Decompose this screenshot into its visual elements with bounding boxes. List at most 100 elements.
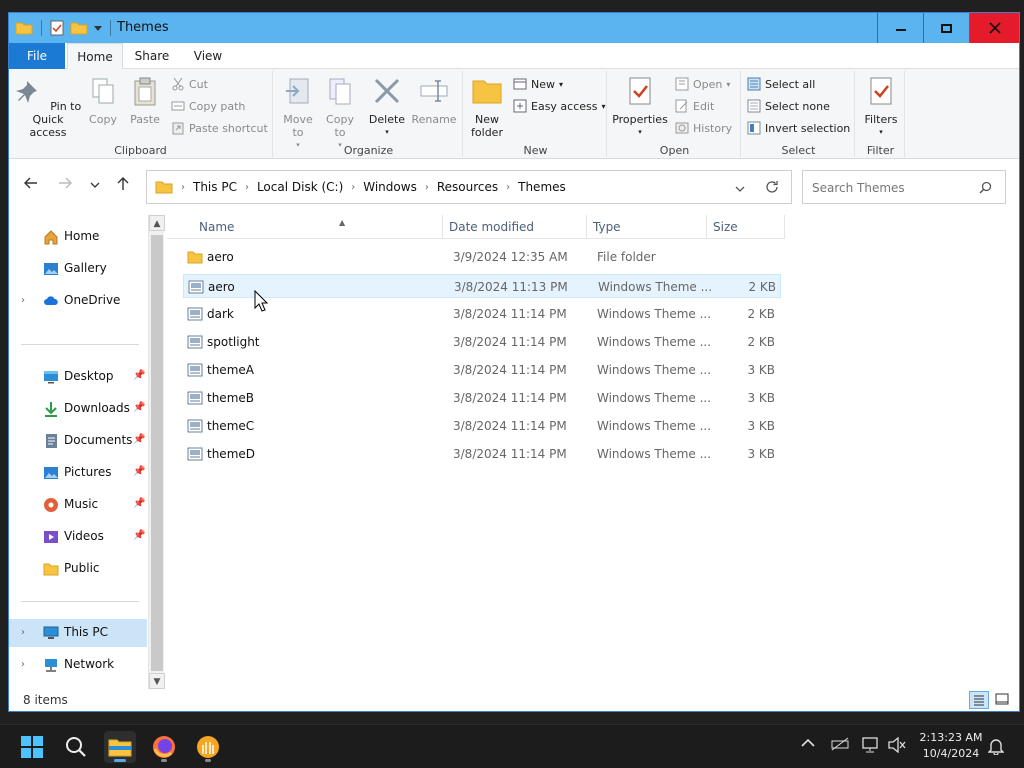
theme-file-icon bbox=[187, 335, 203, 349]
details-view-button[interactable] bbox=[969, 691, 989, 709]
crumb-local-disk[interactable]: Local Disk (C:) bbox=[257, 180, 343, 194]
firefox-taskbar-button[interactable] bbox=[148, 731, 180, 763]
copy-to-button[interactable]: Copy to ▾ bbox=[321, 75, 359, 152]
chevron-right-icon[interactable]: › bbox=[351, 182, 355, 193]
new-folder-icon[interactable] bbox=[70, 21, 88, 35]
pin-icon[interactable]: 📌 bbox=[133, 402, 145, 413]
crumb-this-pc[interactable]: This PC bbox=[193, 180, 237, 194]
column-name[interactable]: Name ▲ bbox=[193, 215, 443, 239]
address-dropdown-button[interactable] bbox=[735, 182, 745, 196]
new-item-button[interactable]: New ▾ bbox=[513, 77, 563, 91]
title-bar[interactable]: Themes bbox=[9, 13, 1019, 43]
maximize-button[interactable] bbox=[923, 13, 969, 43]
nav-item-downloads[interactable]: Downloads 📌 bbox=[9, 395, 147, 423]
properties-icon[interactable] bbox=[50, 20, 64, 36]
chevron-right-icon[interactable]: › bbox=[425, 182, 429, 193]
filters-button[interactable]: Filters ▾ bbox=[859, 75, 903, 139]
nav-item-gallery[interactable]: Gallery bbox=[9, 255, 147, 283]
clock[interactable]: 2:13:23 AM 10/4/2024 bbox=[914, 730, 988, 762]
pin-icon[interactable]: 📌 bbox=[133, 434, 145, 445]
pin-icon[interactable]: 📌 bbox=[133, 530, 145, 541]
easy-access-button[interactable]: Easy access ▾ bbox=[513, 99, 606, 113]
crumb-windows[interactable]: Windows bbox=[363, 180, 417, 194]
file-row[interactable]: aero 3/9/2024 12:35 AM File folder bbox=[183, 245, 781, 269]
open-button[interactable]: Open ▾ bbox=[675, 77, 730, 91]
chevron-right-icon[interactable]: › bbox=[245, 182, 249, 193]
nav-item-pictures[interactable]: Pictures 📌 bbox=[9, 459, 147, 487]
pin-icon[interactable]: 📌 bbox=[133, 498, 145, 509]
nav-item-documents[interactable]: Documents 📌 bbox=[9, 427, 147, 455]
paste-button[interactable]: Paste bbox=[125, 75, 165, 126]
chevron-right-icon[interactable]: › bbox=[21, 627, 25, 638]
storage-tray-icon[interactable] bbox=[831, 737, 849, 755]
tab-file[interactable]: File bbox=[9, 43, 65, 69]
copy-button[interactable]: Copy bbox=[83, 75, 123, 126]
column-date[interactable]: Date modified bbox=[443, 215, 587, 239]
file-row[interactable]: dark 3/8/2024 11:14 PM Windows Theme ...… bbox=[183, 302, 781, 326]
nav-item-public[interactable]: Public bbox=[9, 555, 147, 583]
scroll-up-arrow[interactable]: ▲ bbox=[149, 215, 165, 231]
nav-item-videos[interactable]: Videos 📌 bbox=[9, 523, 147, 551]
nav-item-desktop[interactable]: Desktop 📌 bbox=[9, 363, 147, 391]
nav-item-network[interactable]: › Network bbox=[9, 651, 147, 679]
file-row[interactable]: themeB 3/8/2024 11:14 PM Windows Theme .… bbox=[183, 386, 781, 410]
volume-tray-icon[interactable] bbox=[888, 736, 906, 757]
network-tray-icon[interactable] bbox=[862, 737, 880, 757]
file-row[interactable]: spotlight 3/8/2024 11:14 PM Windows Them… bbox=[183, 330, 781, 354]
tab-view[interactable]: View bbox=[181, 43, 235, 69]
scroll-down-arrow[interactable]: ▼ bbox=[149, 673, 165, 689]
forward-button[interactable] bbox=[55, 177, 75, 195]
minimize-button[interactable] bbox=[877, 13, 923, 43]
tab-home[interactable]: Home bbox=[67, 43, 123, 70]
select-none-button[interactable]: Select none bbox=[747, 99, 830, 113]
pin-icon[interactable]: 📌 bbox=[133, 370, 145, 381]
tab-share[interactable]: Share bbox=[125, 43, 179, 69]
start-button[interactable] bbox=[16, 731, 48, 763]
invert-selection-button[interactable]: Invert selection bbox=[747, 121, 850, 135]
column-type[interactable]: Type bbox=[587, 215, 707, 239]
pin-icon[interactable]: 📌 bbox=[133, 466, 145, 477]
nav-item-this-pc[interactable]: › This PC bbox=[9, 619, 147, 647]
move-to-button[interactable]: Move to ▾ bbox=[279, 75, 317, 152]
chevron-down-icon[interactable] bbox=[94, 24, 102, 32]
pin-quick-access-button[interactable]: Pin to Quick access bbox=[13, 75, 83, 139]
scroll-thumb[interactable] bbox=[151, 235, 163, 671]
file-row[interactable]: themeC 3/8/2024 11:14 PM Windows Theme .… bbox=[183, 414, 781, 438]
notifications-button[interactable] bbox=[987, 737, 1005, 759]
nav-scrollbar[interactable]: ▲ ▼ bbox=[148, 215, 165, 689]
nav-item-home[interactable]: Home bbox=[9, 223, 147, 251]
file-row[interactable]: themeA 3/8/2024 11:14 PM Windows Theme .… bbox=[183, 358, 781, 382]
delete-button[interactable]: Delete ▾ bbox=[367, 75, 407, 139]
show-hidden-icons-button[interactable] bbox=[801, 737, 815, 752]
refresh-button[interactable] bbox=[765, 180, 779, 197]
search-input[interactable]: Search Themes bbox=[802, 170, 1006, 204]
cut-button[interactable]: Cut bbox=[171, 77, 208, 91]
properties-button[interactable]: Properties ▾ bbox=[611, 75, 669, 139]
close-button[interactable] bbox=[969, 13, 1019, 43]
copy-path-button[interactable]: Copy path bbox=[171, 99, 245, 113]
crumb-themes[interactable]: Themes bbox=[518, 180, 566, 194]
nav-item-onedrive[interactable]: › OneDrive bbox=[9, 287, 147, 315]
new-folder-button[interactable]: New folder bbox=[467, 75, 507, 139]
chevron-right-icon[interactable]: › bbox=[21, 295, 25, 306]
file-row[interactable]: themeD 3/8/2024 11:14 PM Windows Theme .… bbox=[183, 442, 781, 466]
rename-button[interactable]: Rename bbox=[411, 75, 457, 126]
chevron-right-icon[interactable]: › bbox=[506, 182, 510, 193]
address-bar[interactable]: › This PC › Local Disk (C:) › Windows › … bbox=[146, 170, 792, 204]
search-button[interactable] bbox=[60, 731, 92, 763]
chevron-right-icon[interactable]: › bbox=[21, 659, 25, 670]
history-button[interactable]: History bbox=[675, 121, 732, 135]
select-all-button[interactable]: Select all bbox=[747, 77, 815, 91]
large-icons-view-button[interactable] bbox=[993, 691, 1013, 709]
recent-locations-button[interactable] bbox=[85, 177, 105, 195]
up-button[interactable] bbox=[113, 177, 133, 195]
file-row[interactable]: aero 3/8/2024 11:13 PM Windows Theme ...… bbox=[183, 274, 781, 298]
paste-shortcut-button[interactable]: Paste shortcut bbox=[171, 121, 268, 135]
back-button[interactable] bbox=[21, 177, 41, 195]
column-size[interactable]: Size bbox=[707, 215, 785, 239]
file-explorer-taskbar-button[interactable] bbox=[104, 731, 136, 763]
app-taskbar-button[interactable] bbox=[192, 731, 224, 763]
nav-item-music[interactable]: Music 📌 bbox=[9, 491, 147, 519]
crumb-resources[interactable]: Resources bbox=[437, 180, 498, 194]
edit-button[interactable]: Edit bbox=[675, 99, 714, 113]
